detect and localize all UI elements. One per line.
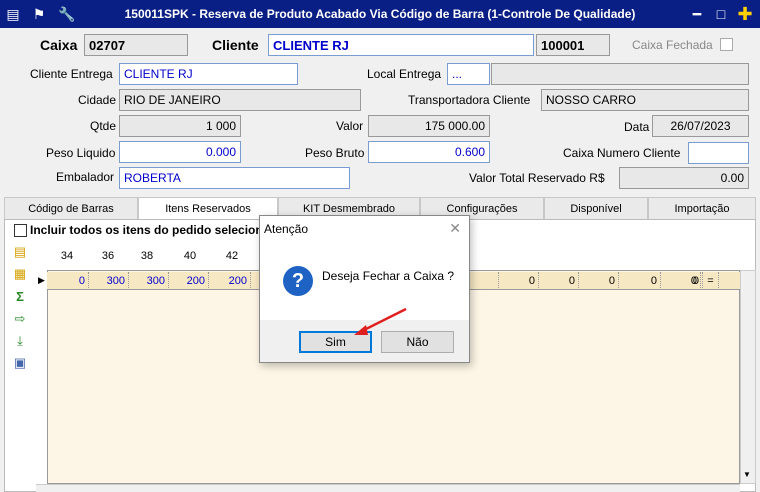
valor-total-field[interactable]: 0.00 — [619, 167, 749, 189]
valor-total-label: Valor Total Reservado R$ — [469, 171, 605, 185]
caixa-numero-label: Caixa Numero Cliente — [563, 146, 681, 160]
table-cell[interactable]: 0 — [619, 272, 661, 290]
tab-codigo-barras[interactable]: Código de Barras — [4, 197, 138, 219]
peso-bruto-field[interactable]: 0.600 — [368, 141, 490, 163]
cliente-entrega-label: Cliente Entrega — [30, 67, 113, 81]
title-bar: ▤ ⚑ 🔧 150011SPK - Reserva de Produto Aca… — [0, 0, 760, 28]
table-cell[interactable]: 0 — [499, 272, 539, 290]
cliente-field[interactable]: CLIENTE RJ — [268, 34, 534, 56]
add-icon[interactable]: ✚ — [736, 5, 754, 23]
peso-bruto-label: Peso Bruto — [305, 146, 365, 160]
table-cell-end: = — [703, 272, 719, 290]
caixa-fechada-checkbox[interactable] — [720, 38, 733, 51]
cidade-field[interactable]: RIO DE JANEIRO — [119, 89, 361, 111]
download-icon[interactable]: ⤓ — [12, 333, 28, 349]
incluir-todos-checkbox[interactable] — [14, 224, 27, 237]
embalador-label: Embalador — [56, 170, 115, 184]
qtde-label: Qtde — [90, 119, 117, 133]
arrow-annotation-icon — [354, 307, 407, 335]
data-label: Data — [624, 120, 650, 134]
caixa-fechada-label: Caixa Fechada — [632, 38, 713, 52]
cliente-entrega-field[interactable]: CLIENTE RJ — [119, 63, 298, 85]
vertical-scrollbar[interactable] — [740, 270, 756, 484]
table-cell[interactable]: 300 — [89, 272, 129, 290]
embalador-field[interactable]: ROBERTA — [119, 167, 350, 189]
column-header: 40 — [183, 250, 197, 262]
cliente-label: Cliente — [212, 37, 259, 53]
caixa-numero-field[interactable] — [688, 142, 749, 164]
table-cell[interactable]: 0 — [579, 272, 619, 290]
peso-liquido-label: Peso Liquido — [46, 146, 116, 160]
valor-field[interactable]: 175 000.00 — [368, 115, 490, 137]
maximize-button[interactable]: □ — [712, 5, 730, 23]
close-icon[interactable]: ✕ — [449, 220, 461, 237]
window-title: 150011SPK - Reserva de Produto Acabado V… — [124, 7, 636, 21]
valor-label: Valor — [336, 119, 364, 133]
cliente-code-field[interactable]: 100001 — [536, 34, 610, 56]
table-cell[interactable]: 0 — [539, 272, 579, 290]
minimize-button[interactable]: ━ — [688, 5, 706, 23]
table-cell[interactable]: 300 — [129, 272, 169, 290]
local-entrega-label: Local Entrega — [367, 67, 442, 81]
transportadora-label: Transportadora Cliente — [408, 93, 531, 107]
qtde-field[interactable]: 1 000 — [119, 115, 241, 137]
caixa-label: Caixa — [40, 37, 78, 53]
tab-disponivel[interactable]: Disponível — [544, 197, 648, 219]
tab-itens-reservados[interactable]: Itens Reservados — [138, 197, 278, 220]
dialog-title: Atenção — [264, 222, 309, 236]
export-icon[interactable]: ⇨ — [12, 311, 28, 327]
edit-row-icon[interactable]: ▦ — [12, 266, 28, 282]
caixa-field[interactable]: 02707 — [84, 34, 188, 56]
horizontal-scrollbar[interactable] — [36, 484, 740, 492]
tab-importacao[interactable]: Importação — [648, 197, 756, 219]
data-field[interactable]: 26/07/2023 — [652, 115, 749, 137]
column-header: 38 — [140, 250, 154, 262]
peso-liquido-field[interactable]: 0.000 — [119, 141, 241, 163]
table-cell[interactable]: 200 — [169, 272, 209, 290]
sum-icon[interactable]: Σ — [12, 289, 28, 305]
column-header: 36 — [101, 250, 115, 262]
confirm-dialog: Atenção ✕ ? Deseja Fechar a Caixa ? Sim … — [259, 215, 470, 363]
image-icon[interactable]: ▣ — [12, 355, 28, 371]
table-cell[interactable]: 0 — [47, 272, 89, 290]
question-icon: ? — [283, 266, 313, 296]
transportadora-field[interactable]: NOSSO CARRO — [541, 89, 749, 111]
column-header: 42 — [225, 250, 239, 262]
table-cell[interactable]: 200 — [209, 272, 251, 290]
table-cell[interactable]: 0 — [663, 272, 703, 290]
local-entrega-desc-field[interactable] — [491, 63, 749, 85]
incluir-todos-label: Incluir todos os itens do pedido selecio… — [30, 223, 270, 237]
cidade-label: Cidade — [78, 93, 117, 107]
row-indicator-icon: ▶ — [38, 275, 45, 285]
scroll-down-icon[interactable]: ▼ — [743, 470, 751, 479]
column-header: 34 — [60, 250, 74, 262]
local-entrega-field[interactable]: ... — [447, 63, 490, 85]
add-row-icon[interactable]: ▤ — [12, 244, 28, 260]
dialog-message: Deseja Fechar a Caixa ? — [322, 269, 455, 283]
